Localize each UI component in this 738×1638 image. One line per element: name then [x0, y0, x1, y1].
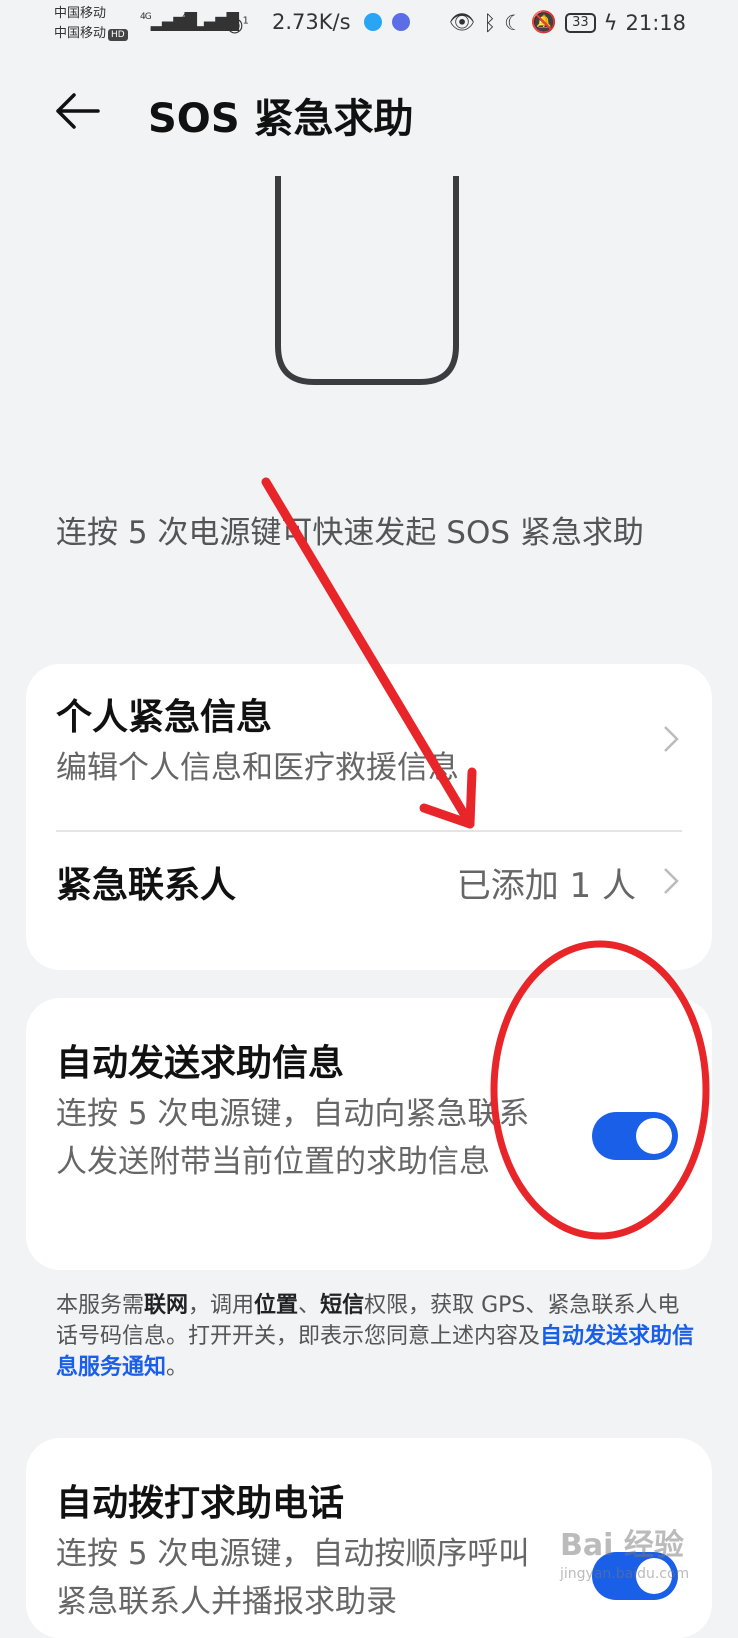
status-icons: 👁 ᛒ ☾ 🔕 33 ϟ 21:18: [449, 10, 686, 35]
eye-icon: 👁: [448, 10, 476, 34]
toggle-knob: [636, 1118, 672, 1154]
personal-info-row[interactable]: 个人紧急信息 编辑个人信息和医疗救援信息: [26, 664, 712, 830]
personal-info-subtitle: 编辑个人信息和医疗救援信息: [56, 750, 459, 786]
net-speed: 2.73K/s: [272, 10, 351, 34]
moon-icon: ☾: [504, 10, 523, 35]
bell-off-icon: 🔕: [530, 10, 558, 34]
chevron-right-icon: [664, 868, 679, 894]
service-notice: 本服务需联网，调用位置、短信权限，获取 GPS、紧急联系人电话号码信息。打开开关…: [56, 1290, 696, 1383]
phone-illustration: [275, 176, 459, 385]
personal-info-title: 个人紧急信息: [56, 697, 273, 738]
bluetooth-icon: ᛒ: [483, 10, 497, 35]
chevron-right-icon: [664, 726, 679, 752]
carrier-1: 中国移动: [54, 6, 107, 21]
notice-network: 联网: [144, 1293, 189, 1318]
carrier-info: 中国移动 中国移动 HD: [54, 4, 128, 44]
baidu-watermark-url: jingyan.baidu.com: [560, 1566, 690, 1582]
auto-message-toggle[interactable]: [592, 1112, 678, 1160]
auto-call-title: 自动拨打求助电话: [56, 1483, 345, 1524]
notice-text: 。: [166, 1355, 189, 1380]
notice-text: ，调用: [188, 1293, 255, 1318]
emergency-contacts-title: 紧急联系人: [56, 865, 237, 906]
app-notification-icon: [364, 13, 382, 31]
clock: 21:18: [625, 10, 686, 35]
intro-text: 连按 5 次电源键可快速发起 SOS 紧急求助: [56, 515, 644, 551]
carrier-2: 中国移动: [54, 26, 107, 41]
notice-location: 位置: [254, 1293, 299, 1318]
back-button[interactable]: [52, 90, 112, 140]
music-notification-icon: [392, 13, 410, 31]
notice-sms: 短信: [320, 1293, 365, 1318]
back-arrow-icon: [56, 93, 100, 129]
baidu-watermark: Bai 经验: [560, 1528, 684, 1563]
notice-text: 、: [298, 1293, 321, 1318]
auto-message-title: 自动发送求助信息: [56, 1043, 345, 1084]
charging-icon: ϟ: [603, 10, 618, 35]
status-bar: 中国移动 中国移动 HD 4G▂▄▆█ 4G▂▄▆█ ◉1 2.73K/s 👁 ᛒ…: [0, 0, 738, 50]
emergency-info-card: 个人紧急信息 编辑个人信息和医疗救援信息 紧急联系人 已添加 1 人: [26, 664, 712, 970]
hotspot-icon: ◉1: [226, 12, 249, 36]
emergency-contacts-row[interactable]: 紧急联系人 已添加 1 人: [26, 832, 712, 970]
battery-icon: 33: [565, 12, 596, 33]
page-title: SOS 紧急求助: [148, 96, 414, 142]
emergency-contacts-count: 已添加 1 人: [456, 866, 636, 906]
app-header: SOS 紧急求助: [0, 70, 738, 160]
notice-text: 本服务需: [56, 1293, 145, 1318]
auto-message-description: 连按 5 次电源键，自动向紧急联系人发送附带当前位置的求助信息: [56, 1096, 530, 1180]
auto-message-card: 自动发送求助信息 连按 5 次电源键，自动向紧急联系人发送附带当前位置的求助信息: [26, 998, 712, 1270]
auto-call-description: 连按 5 次电源键，自动按顺序呼叫紧急联系人并播报求助录: [56, 1536, 530, 1620]
hd-badge: HD: [108, 29, 128, 41]
